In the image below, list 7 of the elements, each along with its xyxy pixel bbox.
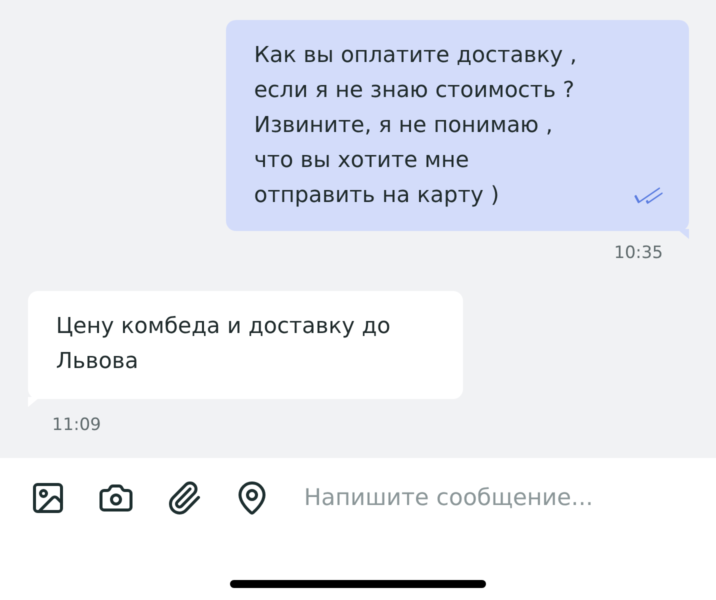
message-input[interactable]: Напишите сообщение... <box>302 484 666 512</box>
message-text: Цену комбеда и доставку до Львова <box>56 313 390 376</box>
image-icon[interactable] <box>30 480 66 516</box>
message-text: Как вы оплатите доставку , если я не знаю стоимость ? Извините, я не понимаю , что вы хотите мне отправить на карту ) <box>254 42 577 210</box>
paperclip-icon[interactable] <box>166 480 202 516</box>
message-time: 10:35 <box>614 243 663 263</box>
message-time: 11:09 <box>52 415 101 435</box>
